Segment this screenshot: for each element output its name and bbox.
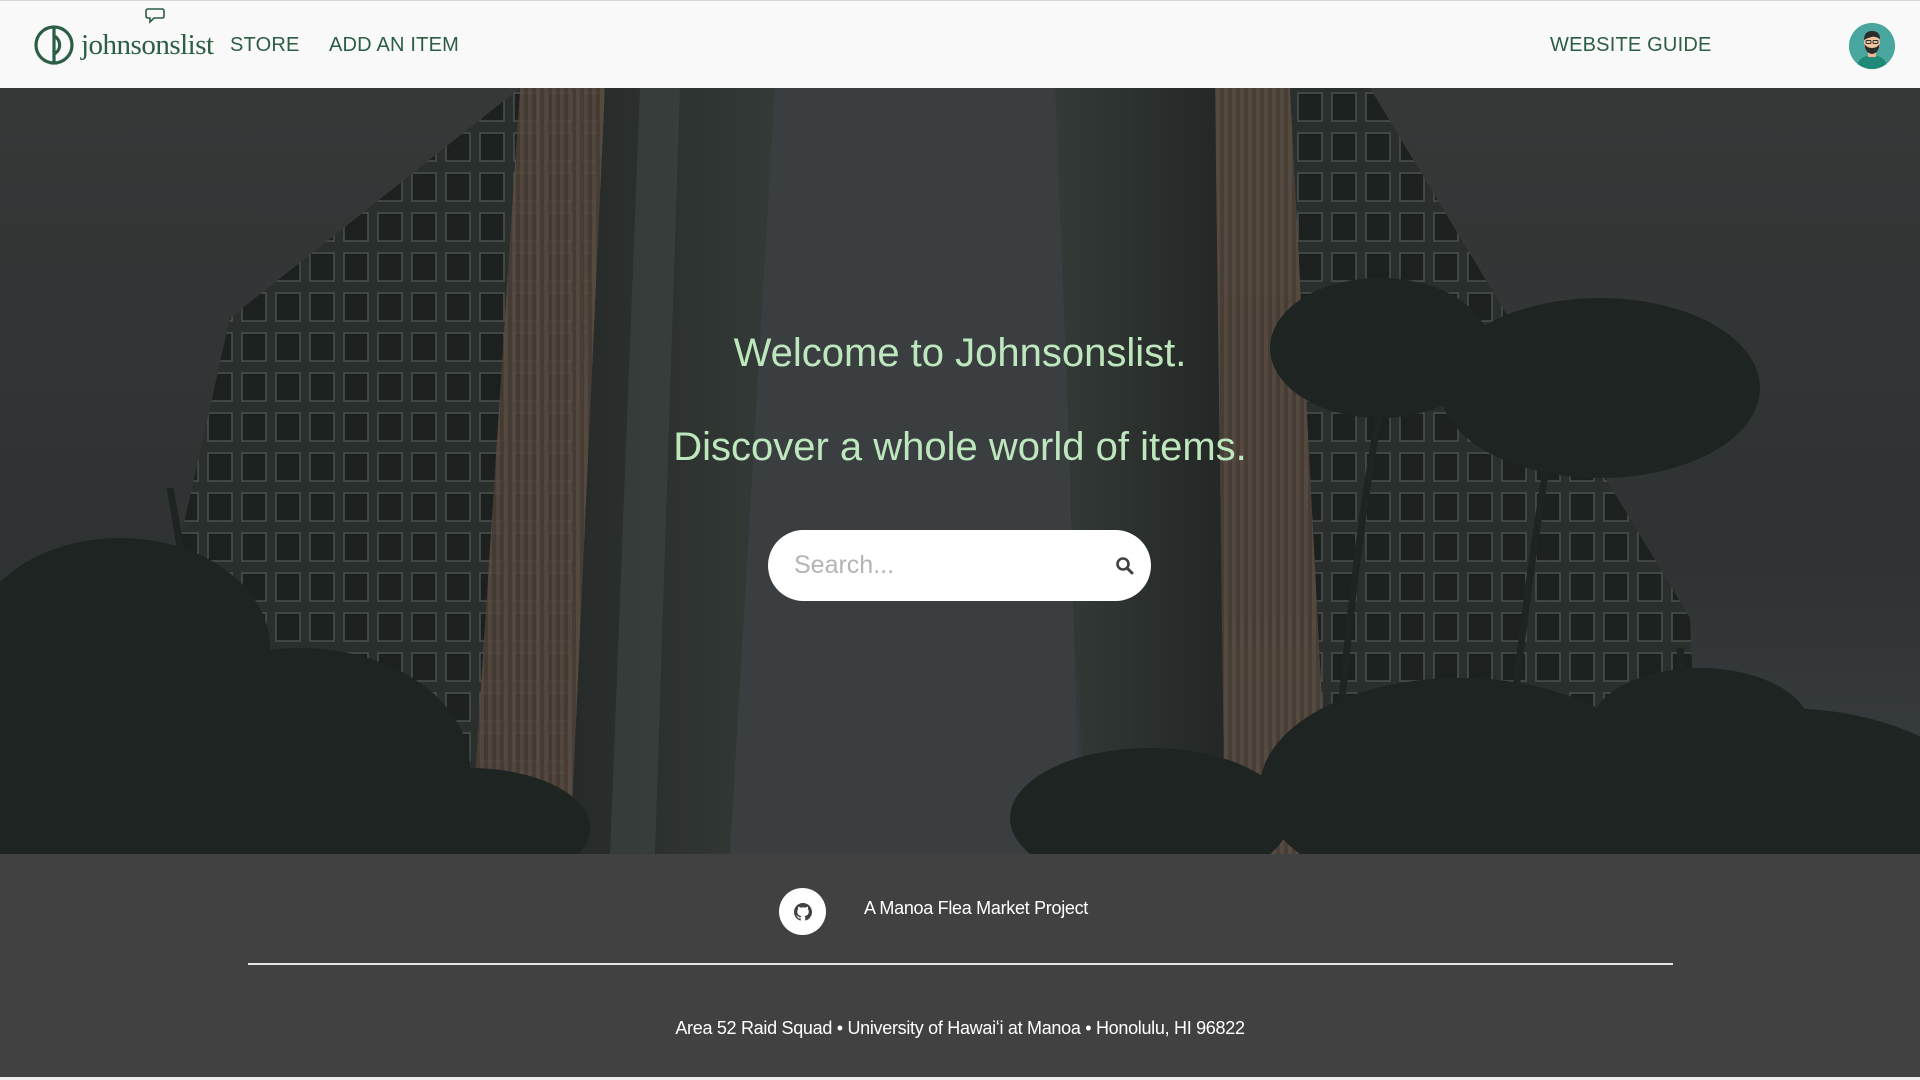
search-bar	[768, 530, 1151, 601]
github-link[interactable]	[779, 888, 826, 935]
footer-divider	[248, 963, 1673, 965]
footer-project-text: A Manoa Flea Market Project	[864, 898, 1089, 918]
campus-building-photo	[0, 88, 1920, 854]
user-avatar-icon	[1849, 23, 1895, 69]
hero-title: Welcome to Johnsonslist.	[733, 331, 1187, 375]
brand-logo-link[interactable]: johnsonslist	[33, 8, 214, 69]
brand-name: johnsonslist	[81, 28, 214, 61]
github-icon	[793, 902, 812, 921]
footer-address: Area 52 Raid Squad • University of Hawai…	[675, 1018, 1245, 1038]
nav-add-item-link[interactable]: ADD AN ITEM	[329, 34, 459, 57]
hero-subtitle: Discover a whole world of items.	[673, 425, 1247, 469]
nav-store-link[interactable]: STORE	[230, 34, 300, 57]
footer: A Manoa Flea Market Project Area 52 Raid…	[0, 854, 1920, 1080]
navbar: johnsonslist STORE ADD AN ITEM WEBSITE G…	[0, 0, 1920, 88]
search-button[interactable]	[1113, 554, 1137, 578]
user-avatar-button[interactable]	[1849, 23, 1895, 69]
brand-logo-icon	[34, 25, 74, 65]
search-input[interactable]	[794, 551, 1094, 580]
hero-section: Welcome to Johnsonslist. Discover a whol…	[0, 88, 1920, 854]
nav-website-guide-link[interactable]: WEBSITE GUIDE	[1550, 34, 1712, 57]
page: johnsonslist STORE ADD AN ITEM WEBSITE G…	[0, 0, 1920, 1080]
search-icon	[1116, 557, 1134, 575]
speech-bubble-icon	[145, 8, 165, 24]
